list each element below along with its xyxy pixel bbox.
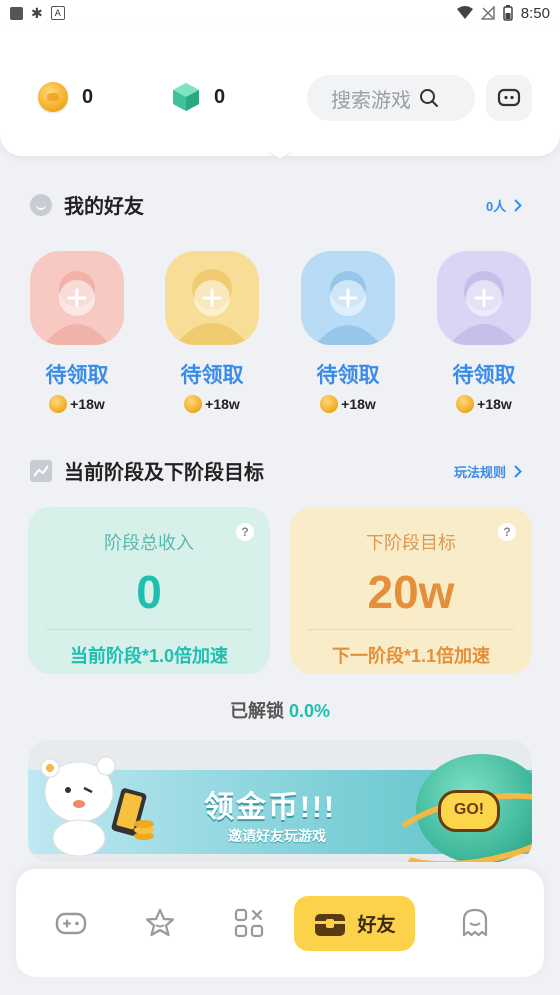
bottom-strip <box>0 977 560 995</box>
add-icon <box>194 280 230 316</box>
phone-coins-icon <box>111 788 154 840</box>
pull-notch <box>268 152 292 160</box>
avatar <box>301 251 395 345</box>
divider <box>46 629 252 630</box>
friend-slot-1[interactable]: 待领取 +18w <box>30 251 124 413</box>
clock: 8:50 <box>520 4 550 22</box>
battery-icon <box>503 5 513 21</box>
coin-icon <box>38 82 68 112</box>
coin-icon <box>320 395 339 413</box>
header-card: 0 0 搜索游戏 <box>0 26 560 156</box>
friend-label: 待领取 <box>316 364 380 387</box>
gem-count: 0 <box>214 85 226 108</box>
current-stage-title: 阶段总收入 <box>104 533 194 553</box>
a-icon: A <box>50 6 65 20</box>
coin-icon <box>184 395 203 413</box>
go-button[interactable]: GO! <box>438 790 500 832</box>
ghost-icon <box>462 908 488 937</box>
treasure-chest-icon <box>315 913 346 936</box>
tab-profile[interactable] <box>448 896 502 950</box>
bug-icon: ✱ <box>31 4 43 21</box>
message-button[interactable] <box>486 75 532 121</box>
friend-slot-3[interactable]: 待领取 +18w <box>301 251 395 413</box>
friends-section-header: 我的好友 <box>30 190 144 219</box>
friends-count: 0人 <box>486 199 507 214</box>
friend-slot-4[interactable]: 待领取 +18w <box>437 251 531 413</box>
tab-favorites[interactable] <box>133 896 187 950</box>
search-placeholder: 搜索游戏 <box>331 89 411 112</box>
coin-icon <box>456 395 475 413</box>
reward-value: +18w <box>70 396 105 412</box>
trend-icon <box>30 459 52 482</box>
friend-reward: +18w <box>437 395 531 413</box>
star-icon <box>145 908 175 937</box>
invite-banner[interactable]: 领金币!!! 邀请好友玩游戏 GO! <box>28 740 532 862</box>
next-stage-title: 下阶段目标 <box>366 533 456 553</box>
unlocked-progress: 已解锁 0.0% <box>0 697 560 723</box>
add-icon <box>59 280 95 316</box>
chevron-right-icon <box>514 465 522 478</box>
reward-value: +18w <box>341 396 376 412</box>
gamepad-icon <box>55 912 87 935</box>
divider <box>308 629 514 630</box>
tab-games[interactable] <box>44 896 98 950</box>
friend-slot-2[interactable]: 待领取 +18w <box>165 251 259 413</box>
smile-icon <box>30 193 52 216</box>
rules-link[interactable]: 玩法规则 <box>454 462 522 481</box>
gem-icon <box>173 83 199 111</box>
status-left: ✱ A <box>10 5 65 22</box>
current-stage-value: 0 <box>136 566 162 618</box>
friend-reward: +18w <box>301 395 395 413</box>
tab-friends-label: 好友 <box>357 915 396 936</box>
friend-reward: +18w <box>30 395 124 413</box>
avatar <box>437 251 531 345</box>
banner-subtitle: 邀请好友玩游戏 <box>228 828 326 844</box>
tab-friends[interactable]: 好友 <box>294 896 415 951</box>
avatar <box>165 251 259 345</box>
rules-label: 玩法规则 <box>454 465 507 480</box>
banner-title: 领金币!!! <box>204 791 336 824</box>
next-stage-value: 20w <box>367 566 455 618</box>
help-icon[interactable]: ? <box>498 523 516 541</box>
current-stage-foot: 当前阶段*1.0倍加速 <box>69 646 229 666</box>
friend-label: 待领取 <box>180 364 244 387</box>
stage-section-header: 当前阶段及下阶段目标 <box>30 456 264 485</box>
next-stage-card: ? 下阶段目标 20w 下一阶段*1.1倍加速 <box>290 507 532 674</box>
friends-count-link[interactable]: 0人 <box>486 196 523 215</box>
add-icon <box>466 280 502 316</box>
coin-count: 0 <box>82 85 94 108</box>
current-stage-card: ? 阶段总收入 0 当前阶段*1.0倍加速 <box>28 507 270 674</box>
friend-reward: +18w <box>165 395 259 413</box>
tab-categories[interactable] <box>222 896 276 950</box>
search-icon <box>420 89 438 107</box>
gem-balance[interactable]: 0 <box>172 82 225 112</box>
help-icon[interactable]: ? <box>236 523 254 541</box>
status-right: 8:50 <box>456 4 550 22</box>
friend-label: 待领取 <box>45 364 109 387</box>
search-input[interactable]: 搜索游戏 <box>307 75 475 121</box>
status-bar: ✱ A 8:50 <box>0 0 560 26</box>
coin-balance[interactable]: 0 <box>38 82 93 112</box>
notification-icon <box>10 6 23 20</box>
wifi-icon <box>456 6 473 19</box>
coin-icon <box>49 395 68 413</box>
grid-icon <box>234 908 264 938</box>
add-icon <box>330 280 366 316</box>
chevron-right-icon <box>514 199 523 212</box>
message-icon <box>497 88 521 107</box>
unlocked-percent: 0.0% <box>288 701 331 721</box>
next-stage-foot: 下一阶段*1.1倍加速 <box>331 646 491 666</box>
reward-value: +18w <box>205 396 240 412</box>
avatar <box>30 251 124 345</box>
stage-title: 当前阶段及下阶段目标 <box>64 462 264 484</box>
bottom-tab-bar: 好友 <box>16 869 544 977</box>
friends-title: 我的好友 <box>64 196 144 218</box>
signal-off-icon <box>480 6 495 20</box>
unlocked-label: 已解锁 <box>229 701 284 721</box>
reward-value: +18w <box>477 396 512 412</box>
friend-label: 待领取 <box>452 364 516 387</box>
